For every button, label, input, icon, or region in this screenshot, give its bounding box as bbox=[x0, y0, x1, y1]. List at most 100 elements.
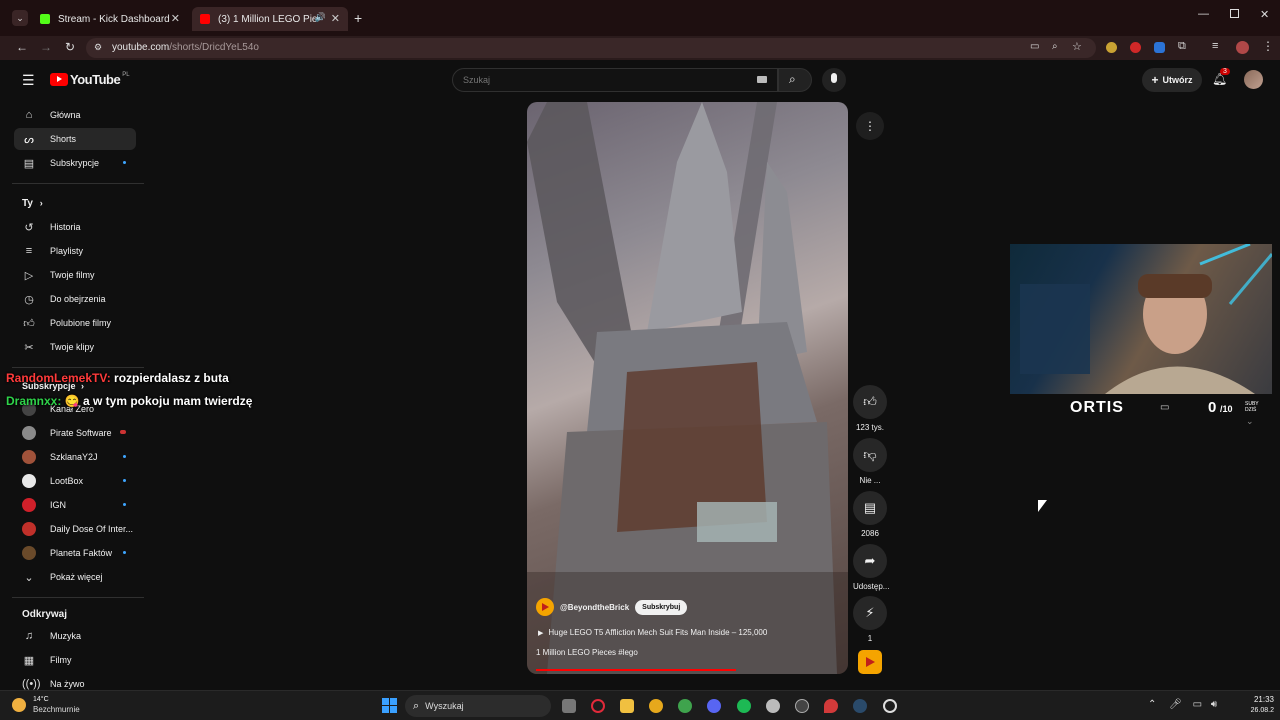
youtube-logo[interactable]: YouTube PL bbox=[50, 72, 130, 87]
taskbar-search[interactable]: ⌕ Wyszukaj bbox=[405, 695, 551, 717]
sidebar-item-label: Daily Dose Of Inter... bbox=[50, 524, 134, 534]
opera-icon[interactable] bbox=[591, 699, 605, 713]
weather-widget[interactable]: 14°C Bezchmurnie bbox=[12, 695, 80, 715]
chrome-icon[interactable] bbox=[649, 699, 663, 713]
chrome-active-icon[interactable] bbox=[678, 699, 692, 713]
create-button[interactable]: + Utwórz bbox=[1142, 68, 1202, 92]
sidebar-item-playlists[interactable]: ≡ Playlisty bbox=[14, 240, 136, 262]
profile-avatar[interactable] bbox=[1236, 41, 1249, 54]
sidebar-item-label: Twoje klipy bbox=[50, 342, 95, 352]
bookmark-star-icon[interactable]: ☆ bbox=[1072, 40, 1082, 53]
extension-icon[interactable] bbox=[1106, 42, 1117, 53]
more-options-button[interactable]: ⋮ bbox=[856, 112, 884, 140]
sidebar-section-explore: Odkrywaj bbox=[22, 609, 67, 620]
media-control-icon[interactable]: ≡ bbox=[1212, 40, 1218, 52]
address-bar[interactable]: ⚙ youtube.com/shorts/DricdYeL54o ▭ ⌕ ☆ bbox=[86, 38, 1096, 58]
sidebar-sub-szklanay2j[interactable]: SzklanaY2J bbox=[14, 446, 136, 468]
search-box[interactable] bbox=[452, 68, 778, 92]
menu-dots-icon[interactable]: ⋮ bbox=[1262, 39, 1274, 53]
sidebar-item-your-videos[interactable]: ▷ Twoje filmy bbox=[14, 264, 136, 286]
reload-button[interactable]: ↻ bbox=[62, 40, 78, 54]
close-icon[interactable]: ✕ bbox=[331, 12, 340, 25]
speaker-icon[interactable]: 🔊 bbox=[315, 12, 326, 23]
sidebar-item-liked-videos[interactable]: 👍︎ Polubione filmy bbox=[14, 312, 136, 334]
tab-youtube-short[interactable]: (3) 1 Million LEGO Pieces #l 🔊 ✕ bbox=[192, 7, 348, 31]
sidebar-sub-lootbox[interactable]: LootBox bbox=[14, 470, 136, 492]
url-text[interactable]: youtube.com/shorts/DricdYeL54o bbox=[112, 42, 259, 53]
mouse-cursor-icon bbox=[1038, 500, 1047, 512]
share-button[interactable]: ➦ Udostęp... bbox=[853, 544, 889, 591]
sidebar-item-label: Polubione filmy bbox=[50, 318, 112, 328]
cast-icon[interactable]: ▭ bbox=[1030, 41, 1039, 52]
zoom-icon[interactable]: ⌕ bbox=[1052, 41, 1058, 52]
youtube-header: ☰ YouTube PL ⌕ +Utwórz 🔔︎ 3 bbox=[0, 60, 1280, 100]
sidebar-sub-ign[interactable]: IGN bbox=[14, 494, 136, 516]
streamlabs-icon[interactable] bbox=[766, 699, 780, 713]
new-tab-button[interactable]: + bbox=[354, 10, 362, 26]
sidebar-sub-pirate-software[interactable]: Pirate Software bbox=[14, 422, 136, 444]
short-video-player[interactable]: @BeyondtheBrick Subskrybuj ▶ Huge LEGO T5… bbox=[527, 102, 848, 674]
sidebar-item-movies[interactable]: ▦ Filmy bbox=[14, 649, 136, 671]
sidebar-item-label: LootBox bbox=[50, 476, 84, 486]
suggested-video-link[interactable]: ▶ Huge LEGO T5 Affliction Mech Suit Fits … bbox=[538, 628, 767, 637]
forward-button[interactable]: → bbox=[38, 40, 54, 54]
account-avatar[interactable] bbox=[1244, 70, 1263, 89]
sound-thumbnail[interactable] bbox=[858, 650, 882, 674]
sidebar-item-clips[interactable]: ✂ Twoje klipy bbox=[14, 336, 136, 358]
progress-bar[interactable] bbox=[536, 669, 736, 671]
discord-icon[interactable] bbox=[707, 699, 721, 713]
spotify-icon[interactable] bbox=[737, 699, 751, 713]
start-button[interactable] bbox=[382, 698, 397, 713]
sidebar-item-history[interactable]: ↺ Historia bbox=[14, 216, 136, 238]
sidebar-item-label: Playlisty bbox=[50, 246, 84, 256]
sidebar-item-shorts[interactable]: ᔕ Shorts bbox=[14, 128, 136, 150]
hamburger-menu-icon[interactable]: ☰ bbox=[22, 72, 35, 89]
sidebar-item-watch-later[interactable]: ◷ Do obejrzenia bbox=[14, 288, 136, 310]
sidebar-sub-planeta-faktow[interactable]: Planeta Faktów bbox=[14, 542, 136, 564]
sidebar-item-subscriptions[interactable]: ▤ Subskrypcje bbox=[14, 152, 136, 174]
dislike-button[interactable]: 👎︎ Nie ... bbox=[853, 438, 887, 485]
site-info-icon[interactable]: ⚙ bbox=[94, 42, 102, 53]
keyboard-icon[interactable] bbox=[757, 76, 767, 83]
comments-button[interactable]: ▤ 2086 bbox=[853, 491, 887, 538]
maximize-button[interactable] bbox=[1230, 9, 1239, 18]
liked-icon: 👍︎ bbox=[23, 317, 35, 330]
notifications-button[interactable]: 🔔︎ 3 bbox=[1212, 68, 1230, 86]
voice-search-button[interactable] bbox=[822, 68, 846, 92]
sidebar-item-music[interactable]: ♫ Muzyka bbox=[14, 625, 136, 647]
back-button[interactable]: ← bbox=[14, 40, 30, 54]
close-icon[interactable]: ✕ bbox=[171, 12, 180, 25]
like-button[interactable]: 👍︎ 123 tys. bbox=[853, 385, 887, 432]
tab-kick-dashboard[interactable]: Stream - Kick Dashboard ✕ bbox=[32, 7, 188, 31]
tab-search-button[interactable]: ⌄ bbox=[12, 10, 28, 26]
sidebar-item-label: Shorts bbox=[50, 134, 77, 144]
close-window-button[interactable]: ✕ bbox=[1260, 8, 1269, 21]
clock[interactable]: 21:33 26.08.2 bbox=[1226, 694, 1274, 716]
search-icon: ⌕ bbox=[413, 699, 420, 712]
map-pin-icon[interactable] bbox=[824, 699, 838, 713]
volume-icon: 🔊︎ bbox=[1210, 699, 1218, 710]
sidebar-item-home[interactable]: ⌂ Główna bbox=[14, 104, 136, 126]
extension-icon[interactable] bbox=[1130, 42, 1141, 53]
thumbs-up-icon: 👍︎ bbox=[863, 394, 877, 409]
chatgpt-icon[interactable] bbox=[883, 699, 897, 713]
file-explorer-icon[interactable] bbox=[620, 699, 634, 713]
system-tray[interactable]: ⌃ 🎤︎ ▭ 🔊︎ bbox=[1148, 699, 1217, 710]
sidebar-section-you[interactable]: Ty › bbox=[22, 198, 43, 209]
task-view-icon[interactable] bbox=[562, 699, 576, 713]
channel-avatar[interactable] bbox=[536, 598, 554, 616]
minimize-button[interactable]: — bbox=[1198, 8, 1209, 20]
sidebar-sub-daily-dose[interactable]: Daily Dose Of Inter... bbox=[14, 518, 136, 540]
sidebar-show-more[interactable]: ⌄ Pokaż więcej bbox=[14, 566, 136, 588]
obs-icon[interactable] bbox=[795, 699, 809, 713]
chevron-down-icon: ⌄ bbox=[16, 13, 24, 23]
extensions-puzzle-icon[interactable]: ⧉ bbox=[1178, 40, 1186, 53]
search-button[interactable]: ⌕ bbox=[778, 68, 812, 92]
remix-button[interactable]: ⚡︎ 1 bbox=[853, 596, 887, 643]
steam-icon[interactable] bbox=[853, 699, 867, 713]
channel-name[interactable]: @BeyondtheBrick bbox=[560, 603, 629, 612]
sidebar-item-label: Planeta Faktów bbox=[50, 548, 113, 558]
extension-icon[interactable] bbox=[1154, 42, 1165, 53]
subscribe-button[interactable]: Subskrybuj bbox=[635, 599, 688, 615]
search-input[interactable] bbox=[463, 73, 743, 87]
